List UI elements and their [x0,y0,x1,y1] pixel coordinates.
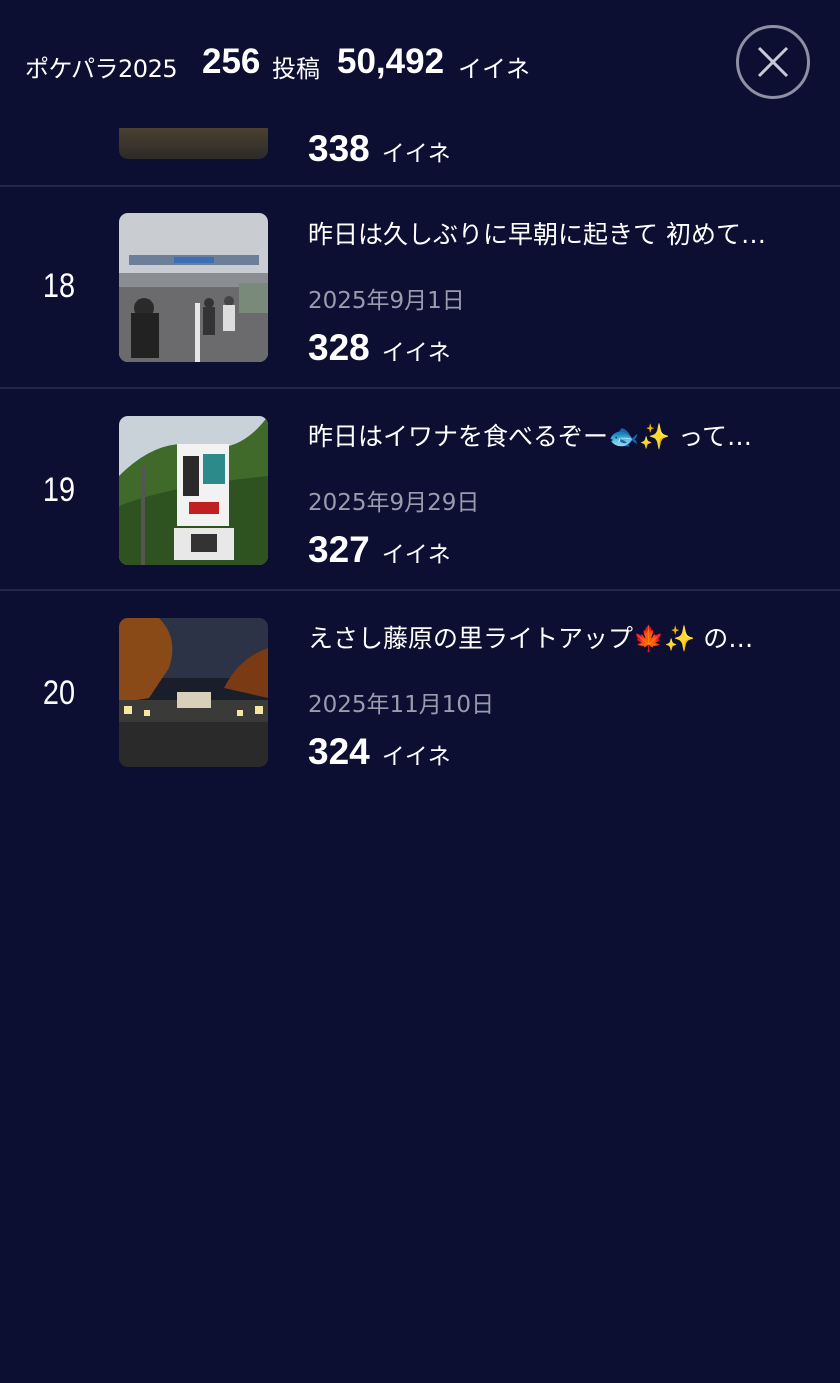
like-number: 338 [308,128,370,169]
like-unit: イイネ [381,141,451,167]
like-number: 328 [308,327,370,368]
list-item[interactable]: 338 イイネ [0,128,840,187]
close-button[interactable] [736,25,810,99]
post-title[interactable]: 昨日は久しぶりに早朝に起きて 初めて… [308,215,818,251]
header-bar: ポケパラ2025 256 投稿 50,492 イイネ [0,0,840,128]
like-unit: イイネ [381,542,451,568]
rank-number: 19 [42,471,76,509]
like-count: 324 イイネ [308,731,451,773]
list-item[interactable]: 19 昨日はイワナを食べるぞー🐟✨ って… 2025年9月29日 327 イイネ [0,389,840,591]
like-unit: イイネ [381,340,451,366]
post-thumbnail[interactable] [119,128,268,159]
like-count: 328 イイネ [308,327,451,369]
list-item[interactable]: 20 えさし藤原の里ライトアップ🍁✨ の… 2025年11月10日 324 イイ… [0,591,840,793]
like-total-unit: イイネ [458,55,530,83]
post-title[interactable]: 昨日はイワナを食べるぞー🐟✨ って… [308,417,818,453]
rank-number: 20 [42,674,76,712]
event-crowd-road-icon [119,213,268,362]
like-count: 338 イイネ [308,128,451,170]
post-thumbnail[interactable] [119,618,268,767]
list-item[interactable]: 18 昨日は久しぶりに早朝に起きて 初めて… 2025年9月1日 328 イイネ [0,187,840,389]
like-unit: イイネ [381,744,451,770]
post-date: 2025年11月10日 [308,692,495,718]
close-icon [757,46,789,78]
post-thumbnail[interactable] [119,213,268,362]
restaurant-sign-icon [119,416,268,565]
ranking-page: 338 イイネ 18 昨日は久しぶりに早朝に起きて 初めて… 2025年9月1日… [0,0,840,1383]
like-number: 324 [308,731,370,772]
app-name: ポケパラ2025 [25,55,178,83]
post-unit: 投稿 [272,55,320,83]
rank-number: 18 [42,267,76,305]
like-total: 50,492 [337,42,445,81]
post-title[interactable]: えさし藤原の里ライトアップ🍁✨ の… [308,619,818,655]
light-up-night-icon [119,618,268,767]
like-count: 327 イイネ [308,529,451,571]
post-count: 256 [202,42,261,81]
post-date: 2025年9月1日 [308,288,465,314]
like-number: 327 [308,529,370,570]
post-thumbnail[interactable] [119,416,268,565]
post-date: 2025年9月29日 [308,490,480,516]
